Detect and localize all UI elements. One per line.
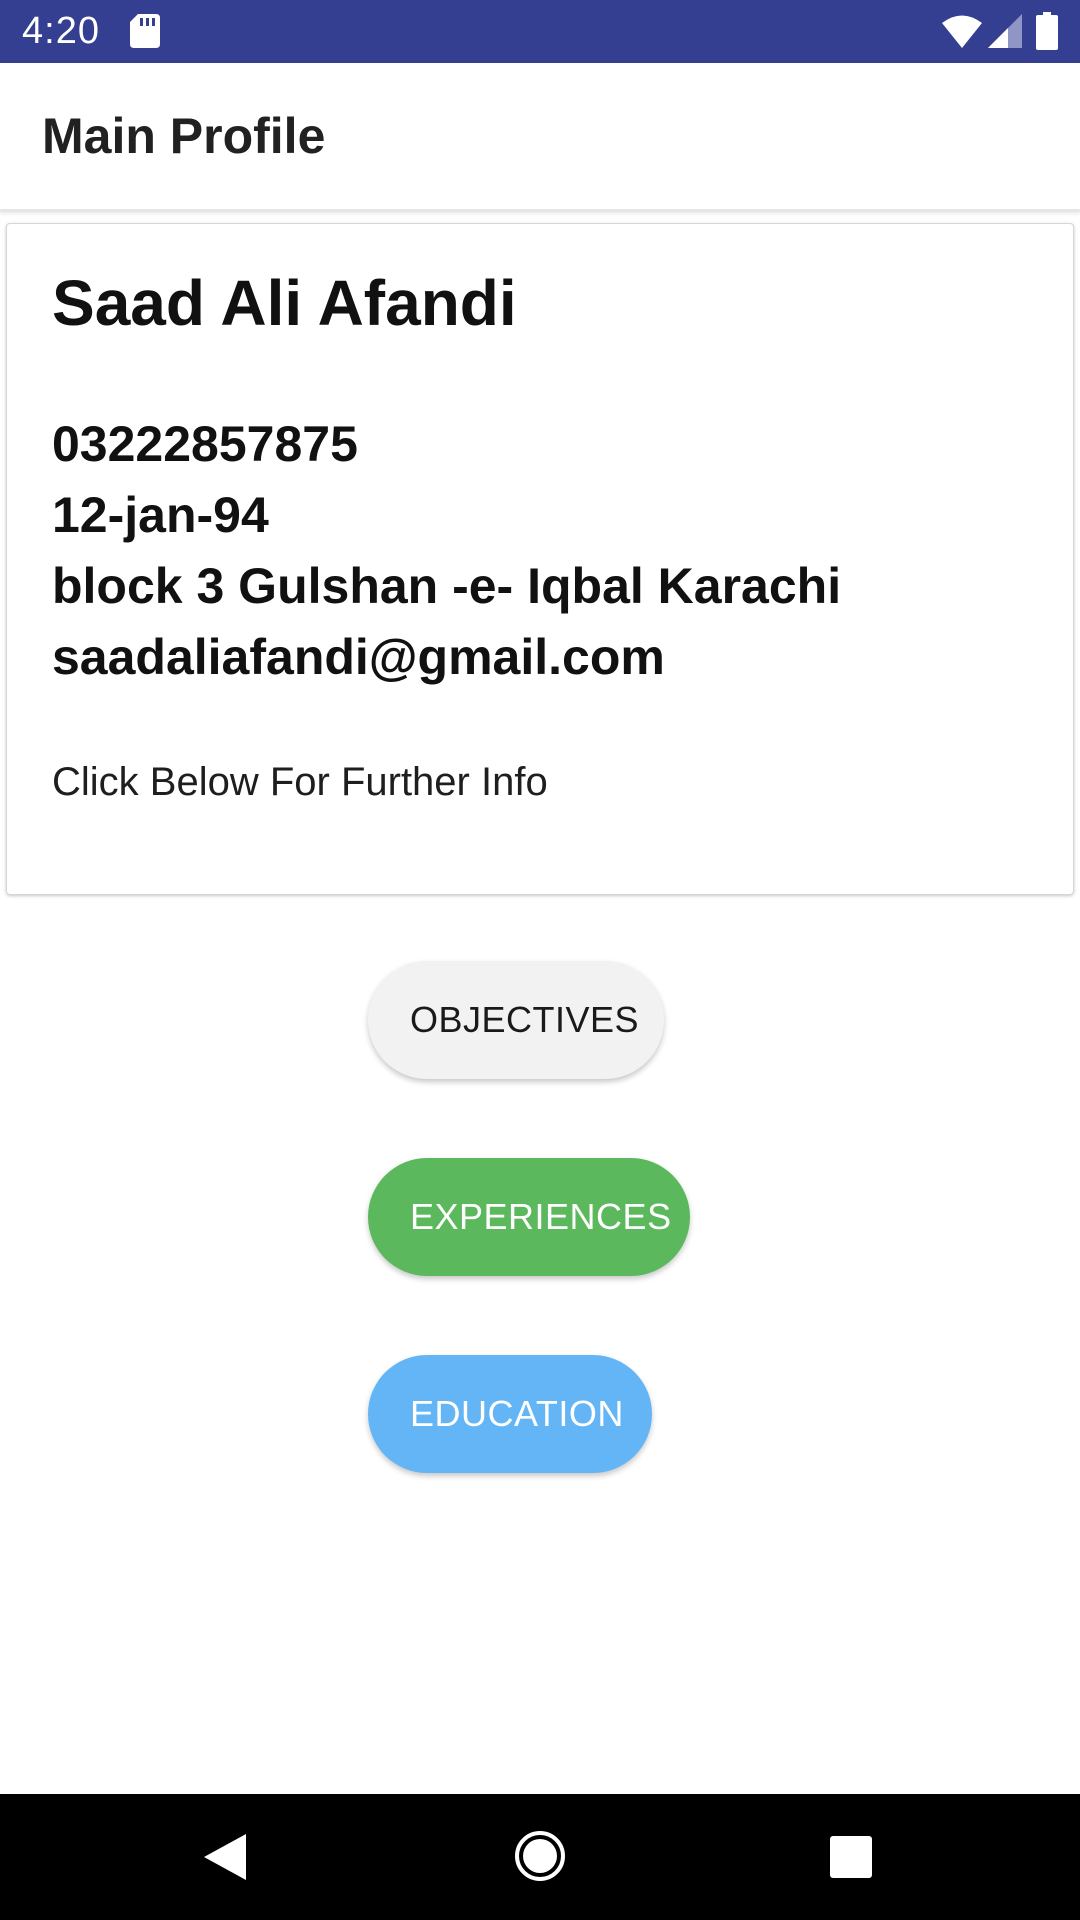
profile-name: Saad Ali Afandi — [52, 267, 517, 339]
recents-icon[interactable] — [830, 1836, 872, 1878]
page-title: Main Profile — [42, 108, 326, 164]
profile-card: Saad Ali Afandi 03222857875 12-jan-94 bl… — [6, 223, 1074, 895]
profile-phone: 03222857875 — [52, 416, 358, 472]
screen: 4:20 Main Profile Saad Ali Afandi 032228… — [0, 0, 1080, 1920]
sd-card-icon — [130, 14, 160, 48]
experiences-button[interactable]: EXPERIENCES — [368, 1158, 690, 1276]
signal-icon — [988, 14, 1022, 48]
app-bar: Main Profile — [0, 63, 1080, 212]
objectives-button[interactable]: OBJECTIVES — [368, 961, 664, 1079]
back-icon[interactable] — [204, 1834, 246, 1880]
profile-date-of-birth: 12-jan-94 — [52, 487, 269, 543]
profile-address: block 3 Gulshan -e- Iqbal Karachi — [52, 558, 842, 614]
further-info-hint: Click Below For Further Info — [52, 760, 548, 804]
profile-email: saadaliafandi@gmail.com — [52, 629, 665, 685]
education-button[interactable]: EDUCATION — [368, 1355, 652, 1473]
status-bar: 4:20 — [0, 0, 1080, 63]
navigation-bar — [0, 1794, 1080, 1920]
battery-icon — [1036, 12, 1058, 50]
wifi-icon — [942, 15, 982, 48]
status-time: 4:20 — [22, 10, 100, 52]
home-icon[interactable] — [514, 1830, 566, 1882]
